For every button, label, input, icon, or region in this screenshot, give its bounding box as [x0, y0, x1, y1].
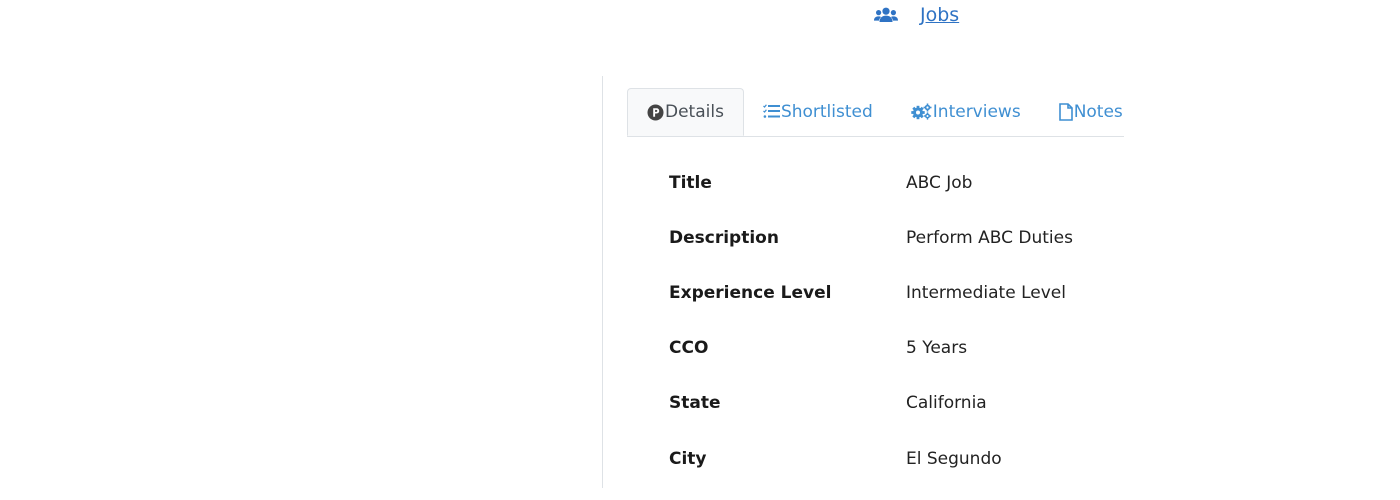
- detail-value: El Segundo: [906, 448, 1002, 469]
- job-tabs: Details Shortlisted Interviews Notes: [627, 88, 1124, 137]
- tab-shortlisted[interactable]: Shortlisted: [744, 88, 892, 135]
- tab-details-label: Details: [665, 102, 724, 122]
- parking-circle-icon: [647, 104, 664, 121]
- job-details: Title ABC Job Description Perform ABC Du…: [669, 155, 1149, 486]
- detail-label: Experience Level: [669, 282, 832, 303]
- tasks-list-icon: [763, 104, 780, 119]
- detail-row-state: State California: [669, 376, 1149, 431]
- vertical-divider: [602, 76, 603, 488]
- tab-interviews[interactable]: Interviews: [892, 88, 1040, 135]
- detail-row-cco: CCO 5 Years: [669, 321, 1149, 376]
- detail-value: Perform ABC Duties: [906, 227, 1073, 248]
- detail-row-city: City El Segundo: [669, 431, 1149, 486]
- top-nav: Jobs: [874, 2, 959, 28]
- detail-row-title: Title ABC Job: [669, 155, 1149, 210]
- detail-value: 5 Years: [906, 338, 968, 359]
- detail-label: Title: [669, 172, 712, 193]
- detail-row-description: Description Perform ABC Duties: [669, 210, 1149, 265]
- cogs-icon: [911, 103, 932, 120]
- tab-interviews-label: Interviews: [932, 101, 1021, 122]
- users-icon: [874, 7, 898, 23]
- detail-label: CCO: [669, 338, 709, 359]
- detail-value: ABC Job: [906, 172, 973, 193]
- detail-value: California: [906, 393, 987, 414]
- detail-label: City: [669, 448, 707, 469]
- job-page: Jobs Details Shortlisted Interviews Note…: [0, 0, 1400, 500]
- detail-label: State: [669, 393, 721, 414]
- tab-details[interactable]: Details: [627, 88, 744, 136]
- detail-label: Description: [669, 227, 779, 248]
- detail-value: Intermediate Level: [906, 282, 1066, 303]
- tab-notes[interactable]: Notes: [1040, 88, 1142, 135]
- jobs-link[interactable]: Jobs: [920, 4, 959, 26]
- tab-notes-label: Notes: [1073, 101, 1123, 122]
- detail-row-experience-level: Experience Level Intermediate Level: [669, 265, 1149, 320]
- tab-shortlisted-label: Shortlisted: [780, 101, 873, 122]
- file-icon: [1058, 102, 1073, 121]
